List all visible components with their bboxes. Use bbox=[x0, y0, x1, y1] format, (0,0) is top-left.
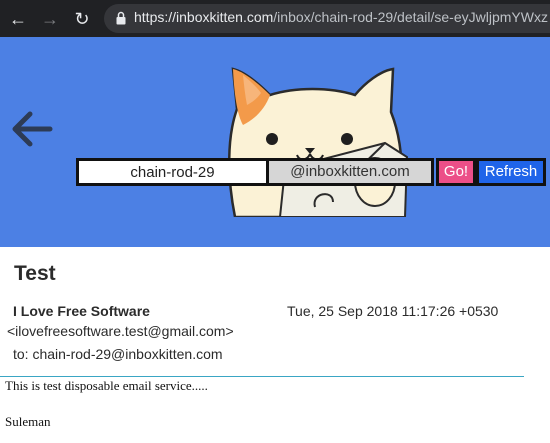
email-body: This is test disposable email service...… bbox=[5, 378, 208, 393]
divider bbox=[0, 376, 524, 377]
arrow-left-icon[interactable] bbox=[10, 107, 54, 151]
go-button[interactable]: Go! bbox=[436, 158, 476, 186]
lock-icon bbox=[116, 11, 126, 25]
email-subject: Test bbox=[14, 262, 56, 285]
arrow-left-icon[interactable]: ← bbox=[8, 9, 28, 29]
reload-icon[interactable]: ↻ bbox=[72, 9, 92, 29]
url-path: /inbox/chain-rod-29/detail/se-eyJwljpmYW… bbox=[273, 9, 548, 25]
sender-name: I Love Free Software bbox=[13, 303, 150, 319]
inbox-name-input[interactable] bbox=[76, 158, 269, 186]
sender-email: <ilovefreesoftware.test@gmail.com> bbox=[7, 323, 234, 339]
recipient-line: to: chain-rod-29@inboxkitten.com bbox=[13, 346, 223, 362]
url-text[interactable]: https://inboxkitten.com/inbox/chain-rod-… bbox=[134, 9, 548, 25]
hero-banner: @inboxkitten.com Go! Refresh bbox=[0, 37, 550, 247]
email-signature: Suleman bbox=[5, 414, 51, 429]
kitten-mascot-icon bbox=[227, 67, 409, 217]
browser-toolbar: ← → ↻ https://inboxkitten.com/inbox/chai… bbox=[0, 0, 550, 37]
arrow-right-icon[interactable]: → bbox=[40, 9, 60, 29]
domain-label: @inboxkitten.com bbox=[269, 158, 434, 186]
email-date: Tue, 25 Sep 2018 11:17:26 +0530 bbox=[287, 303, 499, 319]
inbox-search-row: @inboxkitten.com Go! Refresh bbox=[76, 158, 546, 186]
refresh-button[interactable]: Refresh bbox=[476, 158, 546, 186]
url-host: https://inboxkitten.com bbox=[134, 9, 274, 25]
